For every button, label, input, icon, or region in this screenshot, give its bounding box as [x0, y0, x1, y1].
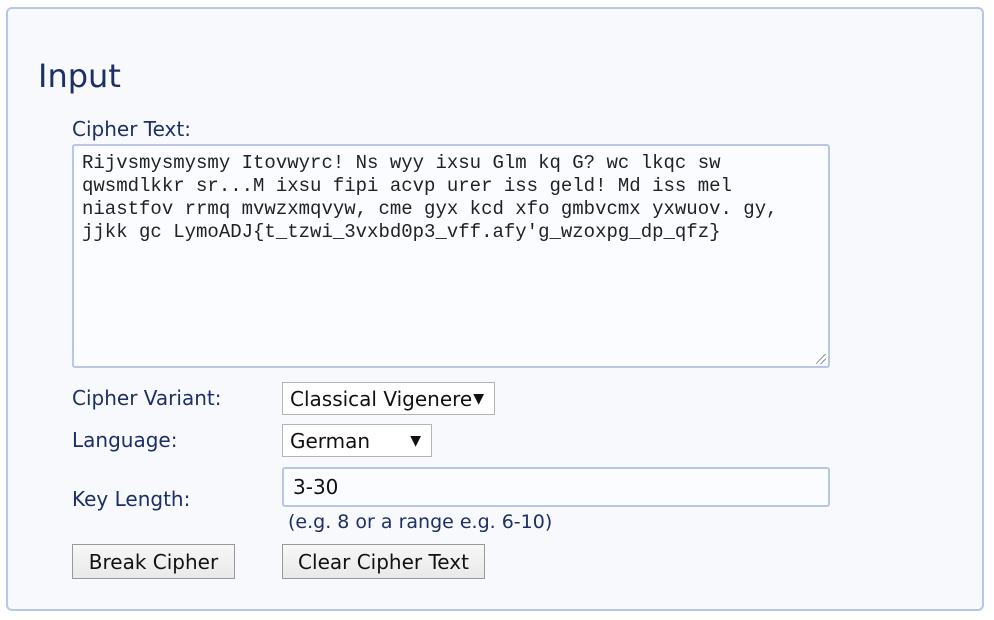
language-value: German [290, 428, 371, 453]
triangle-down-icon: ▼ [410, 433, 421, 449]
cipher-variant-label: Cipher Variant: [72, 386, 222, 410]
break-cipher-button[interactable]: Break Cipher [72, 544, 235, 579]
triangle-down-icon: ▼ [473, 391, 484, 407]
language-label: Language: [72, 428, 178, 452]
key-length-input[interactable]: 3-30 [282, 467, 830, 507]
cipher-text-label: Cipher Text: [72, 117, 191, 141]
cipher-variant-value: Classical Vigenere [290, 386, 473, 411]
key-length-hint: (e.g. 8 or a range e.g. 6-10) [288, 511, 553, 533]
key-length-label: Key Length: [72, 487, 191, 511]
cipher-text-content: Rijvsmysmysmy Itovwyrc! Ns wyy ixsu Glm … [82, 152, 789, 243]
cipher-text-area[interactable]: Rijvsmysmysmy Itovwyrc! Ns wyy ixsu Glm … [72, 144, 830, 368]
language-select[interactable]: German ▼ [282, 424, 432, 457]
resize-grip-icon[interactable] [816, 354, 826, 364]
input-panel: Input Cipher Text: Rijvsmysmysmy Itovwyr… [6, 7, 984, 611]
clear-cipher-text-button[interactable]: Clear Cipher Text [282, 544, 485, 579]
section-title: Input [38, 57, 121, 95]
cipher-variant-select[interactable]: Classical Vigenere ▼ [282, 382, 495, 415]
